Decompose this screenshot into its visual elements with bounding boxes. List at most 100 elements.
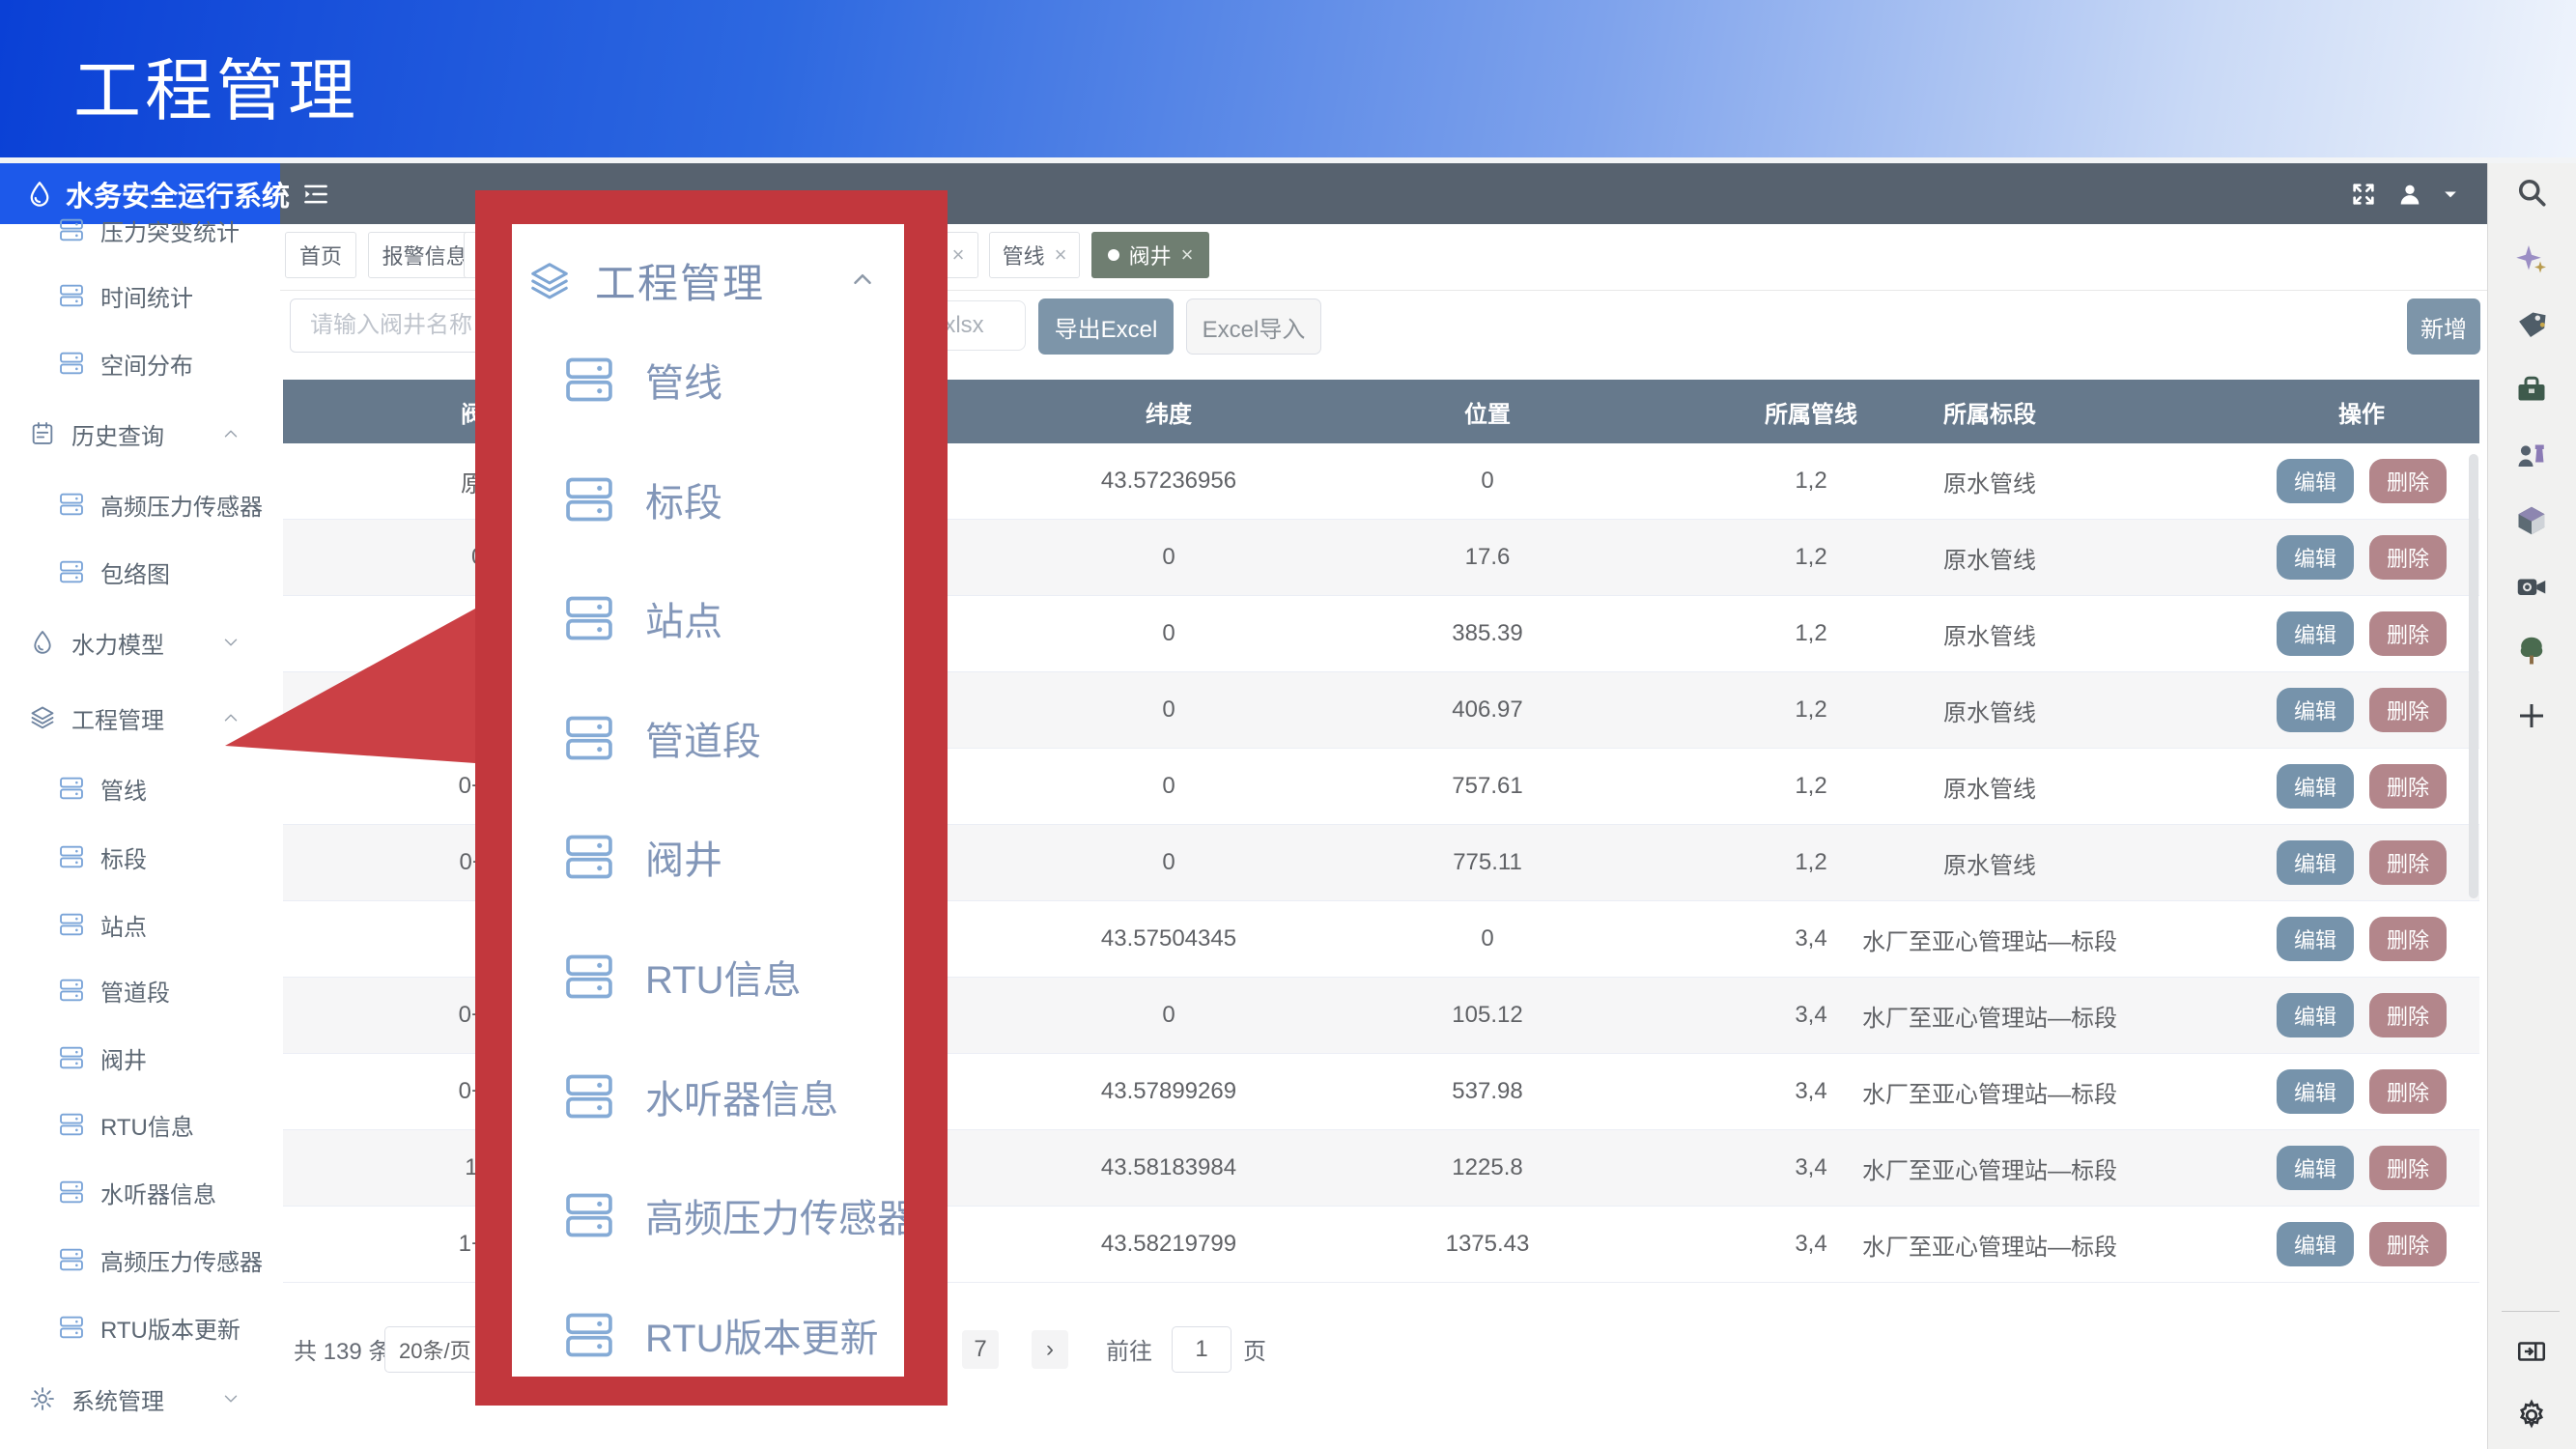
popup-menu-item-4[interactable]: 管道段 bbox=[562, 710, 761, 766]
delete-button[interactable]: 删除 bbox=[2369, 459, 2447, 503]
edit-button[interactable]: 编辑 bbox=[2277, 917, 2354, 961]
popup-item-label: 阀井 bbox=[645, 829, 722, 885]
popup-menu-item-5[interactable]: 阀井 bbox=[562, 829, 722, 885]
sidebar-item-7[interactable]: 水力模型 bbox=[29, 619, 164, 666]
sidebar-item-14[interactable]: RTU信息 bbox=[58, 1101, 194, 1148]
edit-button[interactable]: 编辑 bbox=[2277, 764, 2354, 809]
sidebar-item-11[interactable]: 站点 bbox=[58, 901, 147, 948]
sidebar-item-label: 高频压力传感器 bbox=[100, 488, 263, 522]
sidebar-item-6[interactable]: 包络图 bbox=[58, 549, 170, 595]
sidebar-item-4[interactable]: 历史查询 bbox=[29, 411, 164, 457]
delete-button[interactable]: 删除 bbox=[2369, 688, 2447, 732]
popup-item-label: 水听器信息 bbox=[645, 1068, 838, 1124]
delete-button[interactable]: 删除 bbox=[2369, 840, 2447, 885]
popup-menu-item-1[interactable]: 管线 bbox=[562, 352, 722, 408]
search-icon[interactable] bbox=[2511, 172, 2552, 213]
cell-operations: 编辑删除 bbox=[2250, 1054, 2473, 1129]
panel-expand-icon[interactable] bbox=[2511, 1331, 2552, 1372]
popup-menu-item-7[interactable]: 水听器信息 bbox=[562, 1068, 838, 1124]
import-excel-button[interactable]: Excel导入 bbox=[1186, 298, 1321, 355]
sparkle-icon[interactable] bbox=[2511, 240, 2552, 280]
popup-menu-item-3[interactable]: 站点 bbox=[562, 590, 722, 646]
table-scrollbar[interactable] bbox=[2469, 454, 2478, 898]
sidebar-item-13[interactable]: 阀井 bbox=[58, 1035, 147, 1081]
popup-menu-item-8[interactable]: 高频压力传感器 bbox=[562, 1187, 904, 1243]
close-icon[interactable]: × bbox=[1181, 242, 1194, 268]
server-icon bbox=[562, 711, 616, 765]
delete-button[interactable]: 删除 bbox=[2369, 764, 2447, 809]
chevron-down-icon[interactable] bbox=[220, 632, 241, 653]
chevron-up-icon[interactable] bbox=[848, 265, 877, 294]
edit-button[interactable]: 编辑 bbox=[2277, 1146, 2354, 1190]
sidebar-item-9[interactable]: 管线 bbox=[58, 765, 147, 811]
edit-button[interactable]: 编辑 bbox=[2277, 611, 2354, 656]
pagination-next-button[interactable]: › bbox=[1032, 1330, 1068, 1369]
sidebar-item-8[interactable]: 工程管理 bbox=[29, 695, 164, 741]
sidebar-item-16[interactable]: 高频压力传感器 bbox=[58, 1236, 263, 1283]
pagination-jump-input[interactable] bbox=[1172, 1326, 1231, 1373]
sidebar-item-label: 水力模型 bbox=[71, 626, 164, 660]
sidebar-item-2[interactable]: 时间统计 bbox=[58, 272, 193, 319]
popup-menu-item-2[interactable]: 标段 bbox=[562, 471, 722, 527]
server-icon bbox=[58, 491, 85, 518]
caret-down-icon[interactable] bbox=[2441, 185, 2460, 204]
delete-button[interactable]: 删除 bbox=[2369, 535, 2447, 580]
sidebar-item-1[interactable]: 压力突变统计 bbox=[58, 207, 240, 253]
plus-icon[interactable] bbox=[2511, 696, 2552, 736]
add-button[interactable]: 新增 bbox=[2407, 298, 2480, 355]
chevron-up-icon[interactable] bbox=[220, 423, 241, 444]
edit-button[interactable]: 编辑 bbox=[2277, 1069, 2354, 1114]
delete-button[interactable]: 删除 bbox=[2369, 993, 2447, 1037]
sidebar-item-5[interactable]: 高频压力传感器 bbox=[58, 481, 263, 527]
popup-menu-item-9[interactable]: RTU版本更新 bbox=[562, 1307, 878, 1363]
pagination-page-7[interactable]: 7 bbox=[962, 1330, 999, 1369]
server-icon bbox=[58, 216, 85, 243]
delete-button[interactable]: 删除 bbox=[2369, 1222, 2447, 1266]
server-icon bbox=[562, 1069, 616, 1123]
menu-fold-icon[interactable] bbox=[301, 180, 330, 209]
edit-button[interactable]: 编辑 bbox=[2277, 840, 2354, 885]
sidebar-item-17[interactable]: RTU版本更新 bbox=[58, 1304, 241, 1350]
edit-button[interactable]: 编辑 bbox=[2277, 459, 2354, 503]
delete-button[interactable]: 删除 bbox=[2369, 1069, 2447, 1114]
pagination-total: 共 139 条 bbox=[294, 1325, 391, 1372]
sidebar-item-18[interactable]: 系统管理 bbox=[29, 1376, 164, 1422]
people-icon[interactable] bbox=[2511, 435, 2552, 475]
tab-1[interactable]: 首页 bbox=[285, 232, 356, 278]
chevron-up-icon[interactable] bbox=[220, 707, 241, 728]
close-icon[interactable]: × bbox=[1055, 242, 1067, 268]
tab-5[interactable]: 管线× bbox=[989, 232, 1080, 278]
server-icon bbox=[58, 1246, 85, 1273]
server-icon bbox=[58, 282, 85, 309]
sidebar-item-10[interactable]: 标段 bbox=[58, 834, 147, 880]
sidebar-item-label: 空间分布 bbox=[100, 347, 193, 381]
camera-icon[interactable] bbox=[2511, 566, 2552, 607]
export-excel-button[interactable]: 导出Excel bbox=[1038, 298, 1174, 355]
cell-operations: 编辑删除 bbox=[2250, 520, 2473, 595]
fullscreen-icon[interactable] bbox=[2348, 179, 2379, 210]
tag-icon[interactable] bbox=[2511, 305, 2552, 346]
settings-icon[interactable] bbox=[2511, 1395, 2552, 1435]
layers-icon bbox=[29, 704, 56, 731]
sidebar-item-15[interactable]: 水听器信息 bbox=[58, 1169, 216, 1215]
close-icon[interactable]: × bbox=[952, 242, 965, 268]
delete-button[interactable]: 删除 bbox=[2369, 917, 2447, 961]
water-drop-logo-icon bbox=[25, 180, 54, 209]
user-avatar-icon[interactable] bbox=[2396, 181, 2423, 208]
edit-button[interactable]: 编辑 bbox=[2277, 993, 2354, 1037]
edit-button[interactable]: 编辑 bbox=[2277, 535, 2354, 580]
sidebar-item-12[interactable]: 管道段 bbox=[58, 967, 170, 1013]
popup-menu-item-6[interactable]: RTU信息 bbox=[562, 949, 801, 1005]
cube-icon[interactable] bbox=[2511, 500, 2552, 541]
delete-button[interactable]: 删除 bbox=[2369, 1146, 2447, 1190]
chevron-down-icon[interactable] bbox=[220, 1388, 241, 1409]
sidebar-item-3[interactable]: 空间分布 bbox=[58, 340, 193, 386]
delete-button[interactable]: 删除 bbox=[2369, 611, 2447, 656]
server-icon bbox=[58, 911, 85, 938]
toolbox-icon[interactable] bbox=[2511, 370, 2552, 411]
tree-icon[interactable] bbox=[2511, 631, 2552, 671]
edit-button[interactable]: 编辑 bbox=[2277, 688, 2354, 732]
cell-所属标段: 水厂至亚心管理站—标段 bbox=[1816, 901, 2164, 977]
edit-button[interactable]: 编辑 bbox=[2277, 1222, 2354, 1266]
tab-6[interactable]: 阀井× bbox=[1091, 232, 1209, 278]
